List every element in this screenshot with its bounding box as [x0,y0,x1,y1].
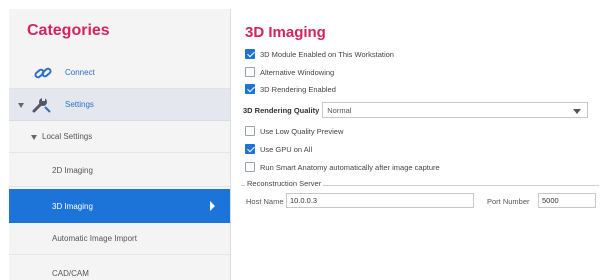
sidebar-item-label: CAD/CAM [52,268,89,278]
option-3d-module-enabled[interactable]: 3D Module Enabled on This Workstation [245,47,394,61]
sidebar-item-label: Settings [65,100,94,109]
sidebar-item-connect[interactable]: Connect [9,57,230,89]
checkbox[interactable] [245,144,255,154]
sidebar-item-label: 3D Imaging [52,201,93,211]
chevron-down-icon [573,109,582,114]
categories-title: Categories [27,22,110,39]
checkbox[interactable] [245,84,255,94]
host-name-label: Host Name [246,197,284,206]
sidebar-item-local-settings[interactable]: Local Settings [9,121,230,153]
sidebar-item-automatic-image-import[interactable]: Automatic Image Import [9,223,230,255]
sidebar-item-settings[interactable]: Settings [9,89,230,121]
checkbox[interactable] [245,49,255,59]
checkbox[interactable] [245,162,255,172]
option-label: 3D Rendering Enabled [260,84,336,94]
sidebar-item-label: Connect [65,68,95,77]
host-name-value: 10.0.0.3 [290,196,318,205]
option-alternative-windowing[interactable]: Alternative Windowing [245,65,334,79]
rendering-quality-row: 3D Rendering Quality Normal [243,102,589,118]
reconstruction-server-group: Reconstruction Server Host Name 10.0.0.3… [241,179,599,219]
option-label: Use Low Quality Preview [260,126,344,136]
categories-panel: Categories Connect Settings Local Settin… [9,9,231,280]
selected-arrow-icon [210,201,215,211]
rendering-quality-select[interactable]: Normal [322,102,589,118]
sidebar-item-2d-imaging[interactable]: 2D Imaging [9,155,230,187]
host-name-input[interactable]: 10.0.0.3 [286,193,474,208]
rendering-quality-label: 3D Rendering Quality [243,105,320,115]
rendering-quality-value: Normal [327,105,352,115]
sidebar-item-label: Local Settings [42,132,93,141]
option-label: Run Smart Anatomy automatically after im… [260,162,440,172]
sidebar-item-3d-imaging[interactable]: 3D Imaging [9,189,230,223]
expand-arrow-icon [31,135,37,140]
expand-arrow-icon [18,103,24,108]
page-title: 3D Imaging [245,24,326,41]
option-use-gpu[interactable]: Use GPU on All [245,142,312,156]
sidebar-item-cad-cam[interactable]: CAD/CAM [9,257,230,280]
reconstruction-server-title: Reconstruction Server [245,179,324,188]
sidebar-item-label: Automatic Image Import [52,234,137,243]
option-low-quality-preview[interactable]: Use Low Quality Preview [245,124,343,138]
port-number-input[interactable]: 5000 [538,193,596,208]
wrench-icon [30,95,52,117]
option-label: Use GPU on All [260,144,313,154]
checkbox[interactable] [245,67,255,77]
settings-content: 3D Imaging 3D Module Enabled on This Wor… [231,0,603,280]
link-icon [33,63,53,85]
port-number-label: Port Number [487,197,530,206]
checkbox[interactable] [245,126,255,136]
option-smart-anatomy[interactable]: Run Smart Anatomy automatically after im… [245,160,440,174]
option-3d-rendering-enabled[interactable]: 3D Rendering Enabled [245,82,336,96]
option-label: Alternative Windowing [260,67,335,77]
port-number-value: 5000 [542,196,559,205]
sidebar-item-label: 2D Imaging [52,166,93,175]
option-label: 3D Module Enabled on This Workstation [260,49,394,59]
